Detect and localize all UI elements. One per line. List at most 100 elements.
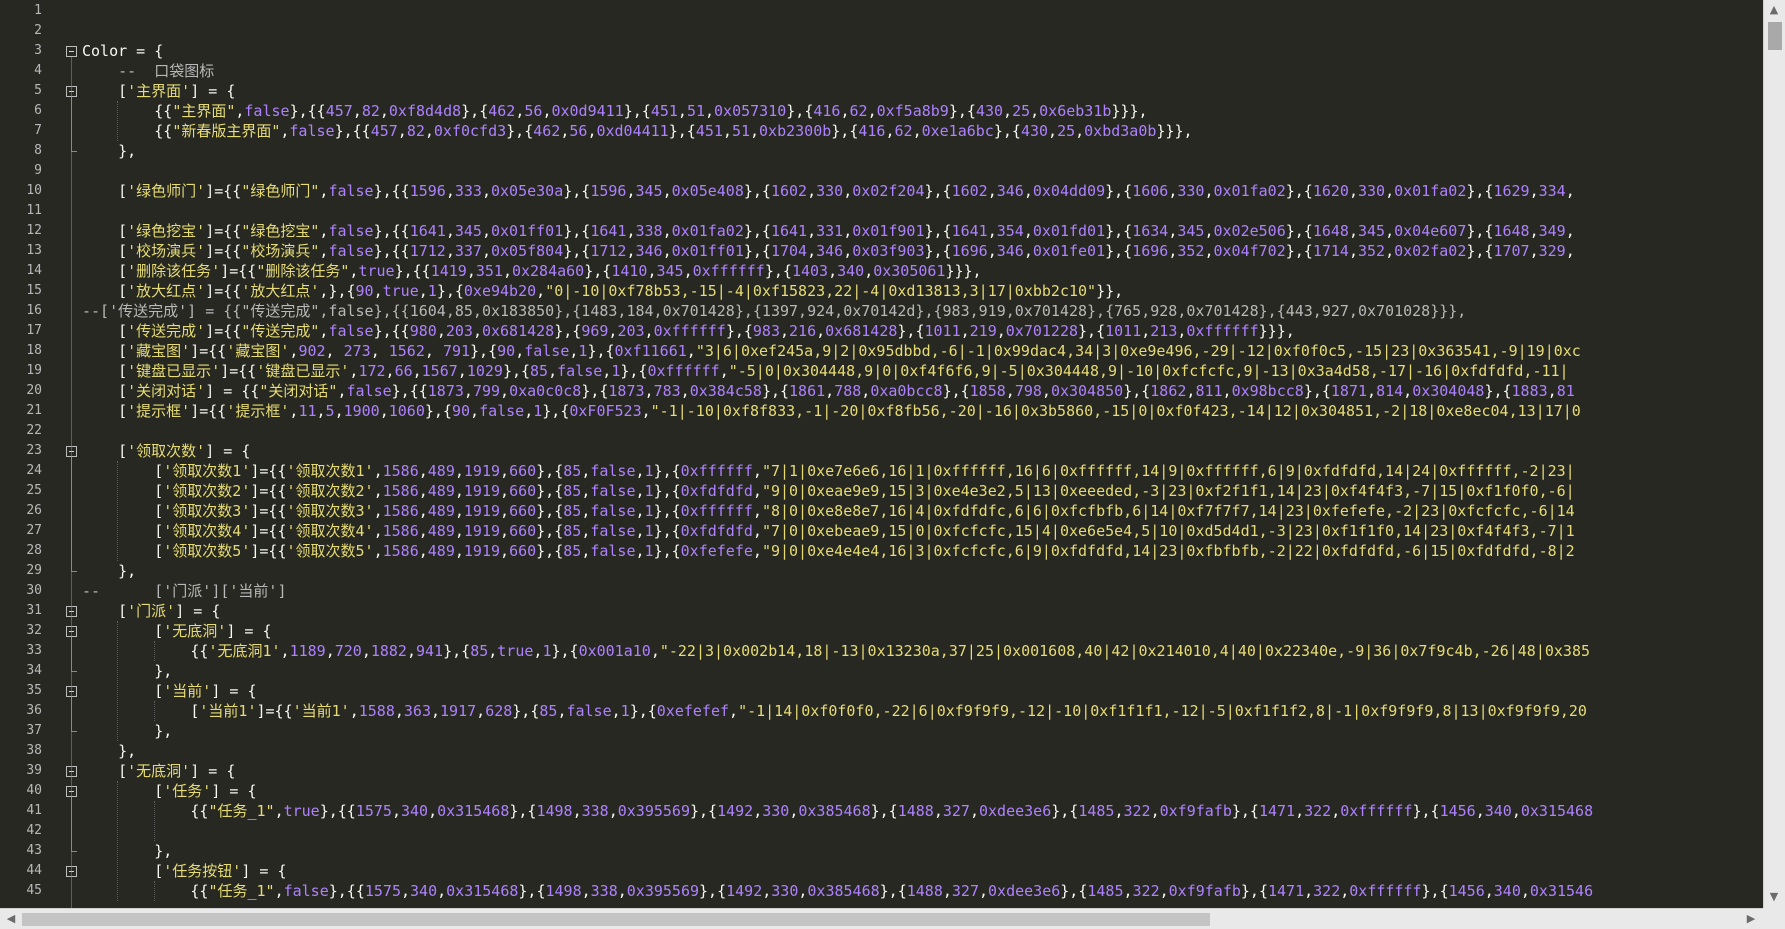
code-token: },{ xyxy=(1060,882,1088,900)
code-line[interactable]: ['关闭对话'] = {{"关闭对话",false},{{1873,799,0x… xyxy=(82,381,1575,401)
code-token: ] = { xyxy=(211,682,257,700)
code-token: 345 xyxy=(1358,222,1386,240)
code-line[interactable]: }, xyxy=(82,841,172,861)
fold-toggle-icon[interactable] xyxy=(66,46,77,57)
code-token: 1919 xyxy=(463,542,501,560)
code-line[interactable]: -- 口袋图标 xyxy=(82,61,214,81)
line-number: 2 xyxy=(34,23,42,38)
code-token: 0x01f901 xyxy=(852,222,925,240)
code-token: false xyxy=(557,362,603,380)
code-line[interactable]: ['领取次数4']={{'领取次数4',1586,489,1919,660},{… xyxy=(82,521,1574,541)
code-line[interactable]: ['提示框']={{'提示框',11,5,1900,1060},{90,fals… xyxy=(82,401,1581,421)
code-editor[interactable]: 1 2 3 4 5 6 7 8 9 10 11 12 13 14 15 16 17 18 19 20 21 22 23 24 2… xyxy=(0,0,1785,929)
code-token: [ xyxy=(82,622,164,640)
code-token: 0xffffff xyxy=(692,262,765,280)
code-line[interactable]: ['门派'] = { xyxy=(82,601,220,621)
code-line[interactable]: ['领取次数2']={{'领取次数2',1586,489,1919,660},{… xyxy=(82,481,1574,501)
code-line[interactable]: ['藏宝图']={{'藏宝图',902, 273, 1562, 791},{90… xyxy=(82,341,1581,361)
code-line[interactable]: ['校场演兵']={{"校场演兵",false},{{1712,337,0x05… xyxy=(82,241,1575,261)
code-token: ]={{ xyxy=(205,282,242,300)
code-line[interactable]: }, xyxy=(82,741,136,761)
code-line[interactable]: ['键盘已显示']={{'键盘已显示',172,66,1567,1029},{8… xyxy=(82,361,1568,381)
code-line[interactable]: ['领取次数3']={{'领取次数3',1586,489,1919,660},{… xyxy=(82,501,1574,521)
code-line[interactable]: ['无底洞'] = { xyxy=(82,621,271,641)
code-token: 788 xyxy=(834,382,862,400)
code-token: , xyxy=(942,882,952,900)
code-line[interactable]: ['绿色挖宝']={{"绿色挖宝",false},{{1641,345,0x01… xyxy=(82,221,1575,241)
code-token: , xyxy=(379,402,389,420)
code-token: 1498 xyxy=(545,882,582,900)
code-token: ]={{ xyxy=(250,482,287,500)
code-line[interactable]: ['当前1']={{'当前1',1588,363,1917,628},{85,f… xyxy=(82,701,1587,721)
code-token: , xyxy=(436,322,446,340)
code-token: -- 口袋图标 xyxy=(82,62,215,80)
code-token: Color = { xyxy=(82,42,164,60)
scroll-right-arrow-icon[interactable]: ▶ xyxy=(1742,910,1760,928)
code-token: false xyxy=(590,522,636,540)
code-line[interactable]: --['传送完成'] = {{"传送完成",false},{{1604,85,0… xyxy=(82,301,1466,321)
vertical-scroll-thumb[interactable] xyxy=(1768,22,1782,50)
code-area[interactable]: Color = { -- 口袋图标 ['主界面'] = { {{"主界面",fa… xyxy=(82,0,1762,908)
code-line[interactable]: {{"任务_1",false},{{1575,340,0x315468},{14… xyxy=(82,881,1593,901)
code-line[interactable]: }, xyxy=(82,561,136,581)
code-token: , xyxy=(466,262,476,280)
scroll-up-arrow-icon[interactable]: ▲ xyxy=(1765,1,1783,19)
code-token: 330 xyxy=(762,802,790,820)
code-line[interactable]: {{"主界面",false},{{457,82,0xf8d4d8},{462,5… xyxy=(82,101,1147,121)
code-token: 0x395569 xyxy=(617,802,690,820)
code-line[interactable]: ['领取次数5']={{'领取次数5',1586,489,1919,660},{… xyxy=(82,541,1574,561)
code-token: , xyxy=(1023,242,1033,260)
code-token: , xyxy=(1565,222,1575,240)
code-token: , xyxy=(979,882,989,900)
code-token: 56 xyxy=(569,122,588,140)
code-line[interactable]: ['主界面'] = { xyxy=(82,81,235,101)
code-token: "传送完成" xyxy=(241,322,320,340)
line-number-gutter: 1 2 3 4 5 6 7 8 9 10 11 12 13 14 15 16 17 18 19 20 21 22 23 24 2… xyxy=(0,0,56,908)
code-line[interactable]: {{'无底洞1',1189,720,1882,941},{85,true,1},… xyxy=(82,641,1590,661)
code-token: 0x02e506 xyxy=(1213,222,1286,240)
code-token: , xyxy=(581,882,591,900)
code-token: , xyxy=(864,262,874,280)
code-line[interactable]: ['无底洞'] = { xyxy=(82,761,235,781)
code-line[interactable]: }, xyxy=(82,141,136,161)
code-token: },{ xyxy=(536,502,564,520)
code-line[interactable]: }, xyxy=(82,721,172,741)
code-line[interactable]: {{"任务_1",true},{{1575,340,0x315468},{149… xyxy=(82,801,1593,821)
code-line[interactable]: ['放大红点']={{'放大红点',},{90,true,1},{0xe94b2… xyxy=(82,281,1123,301)
code-line[interactable]: ['领取次数'] = { xyxy=(82,441,250,461)
code-line[interactable]: ['当前'] = { xyxy=(82,681,257,701)
code-token: [ xyxy=(82,442,128,460)
code-token: 0x04f702 xyxy=(1213,242,1286,260)
code-line[interactable]: Color = { xyxy=(82,41,163,61)
code-token: {{ xyxy=(82,102,173,120)
horizontal-scrollbar[interactable]: ◀ ▶ xyxy=(0,908,1763,929)
code-token: , xyxy=(677,102,687,120)
code-token: 334 xyxy=(1538,182,1566,200)
code-line[interactable]: ['传送完成']={{"传送完成",false},{{980,203,0x681… xyxy=(82,321,1295,341)
scroll-down-arrow-icon[interactable]: ▼ xyxy=(1765,888,1783,906)
code-line[interactable]: ['领取次数1']={{'领取次数1',1586,489,1919,660},{… xyxy=(82,461,1574,481)
code-token: 82 xyxy=(406,122,425,140)
code-token: 0x057310 xyxy=(714,102,787,120)
code-token: 1586 xyxy=(382,482,419,500)
code-token: , xyxy=(861,382,871,400)
horizontal-scroll-thumb[interactable] xyxy=(22,913,1210,926)
code-token: '删除该任务' xyxy=(127,262,221,280)
vertical-scrollbar[interactable]: ▲ ▼ xyxy=(1763,0,1785,908)
code-token: , xyxy=(428,802,438,820)
code-line[interactable]: ['删除该任务']={{"删除该任务",true},{{1419,351,0x2… xyxy=(82,261,981,281)
code-token: },{ xyxy=(563,222,591,240)
code-line[interactable]: ['任务按钮'] = { xyxy=(82,861,286,881)
code-line[interactable]: {{"新春版主界面",false},{{457,82,0xf0cfd3},{46… xyxy=(82,121,1192,141)
code-token: , xyxy=(500,462,510,480)
code-token: 983 xyxy=(752,322,780,340)
code-line[interactable]: ['任务'] = { xyxy=(82,781,256,801)
code-token: 0xf9fafb xyxy=(1168,882,1241,900)
code-token: , xyxy=(1348,242,1358,260)
code-token: , xyxy=(481,222,491,240)
code-line[interactable]: ['绿色师门']={{"绿色师门",false},{{1596,333,0x05… xyxy=(82,181,1575,201)
scroll-left-arrow-icon[interactable]: ◀ xyxy=(2,910,20,928)
code-token: false xyxy=(244,102,290,120)
code-line[interactable]: -- ['门派']['当前'] xyxy=(82,581,287,601)
code-line[interactable]: }, xyxy=(82,661,172,681)
